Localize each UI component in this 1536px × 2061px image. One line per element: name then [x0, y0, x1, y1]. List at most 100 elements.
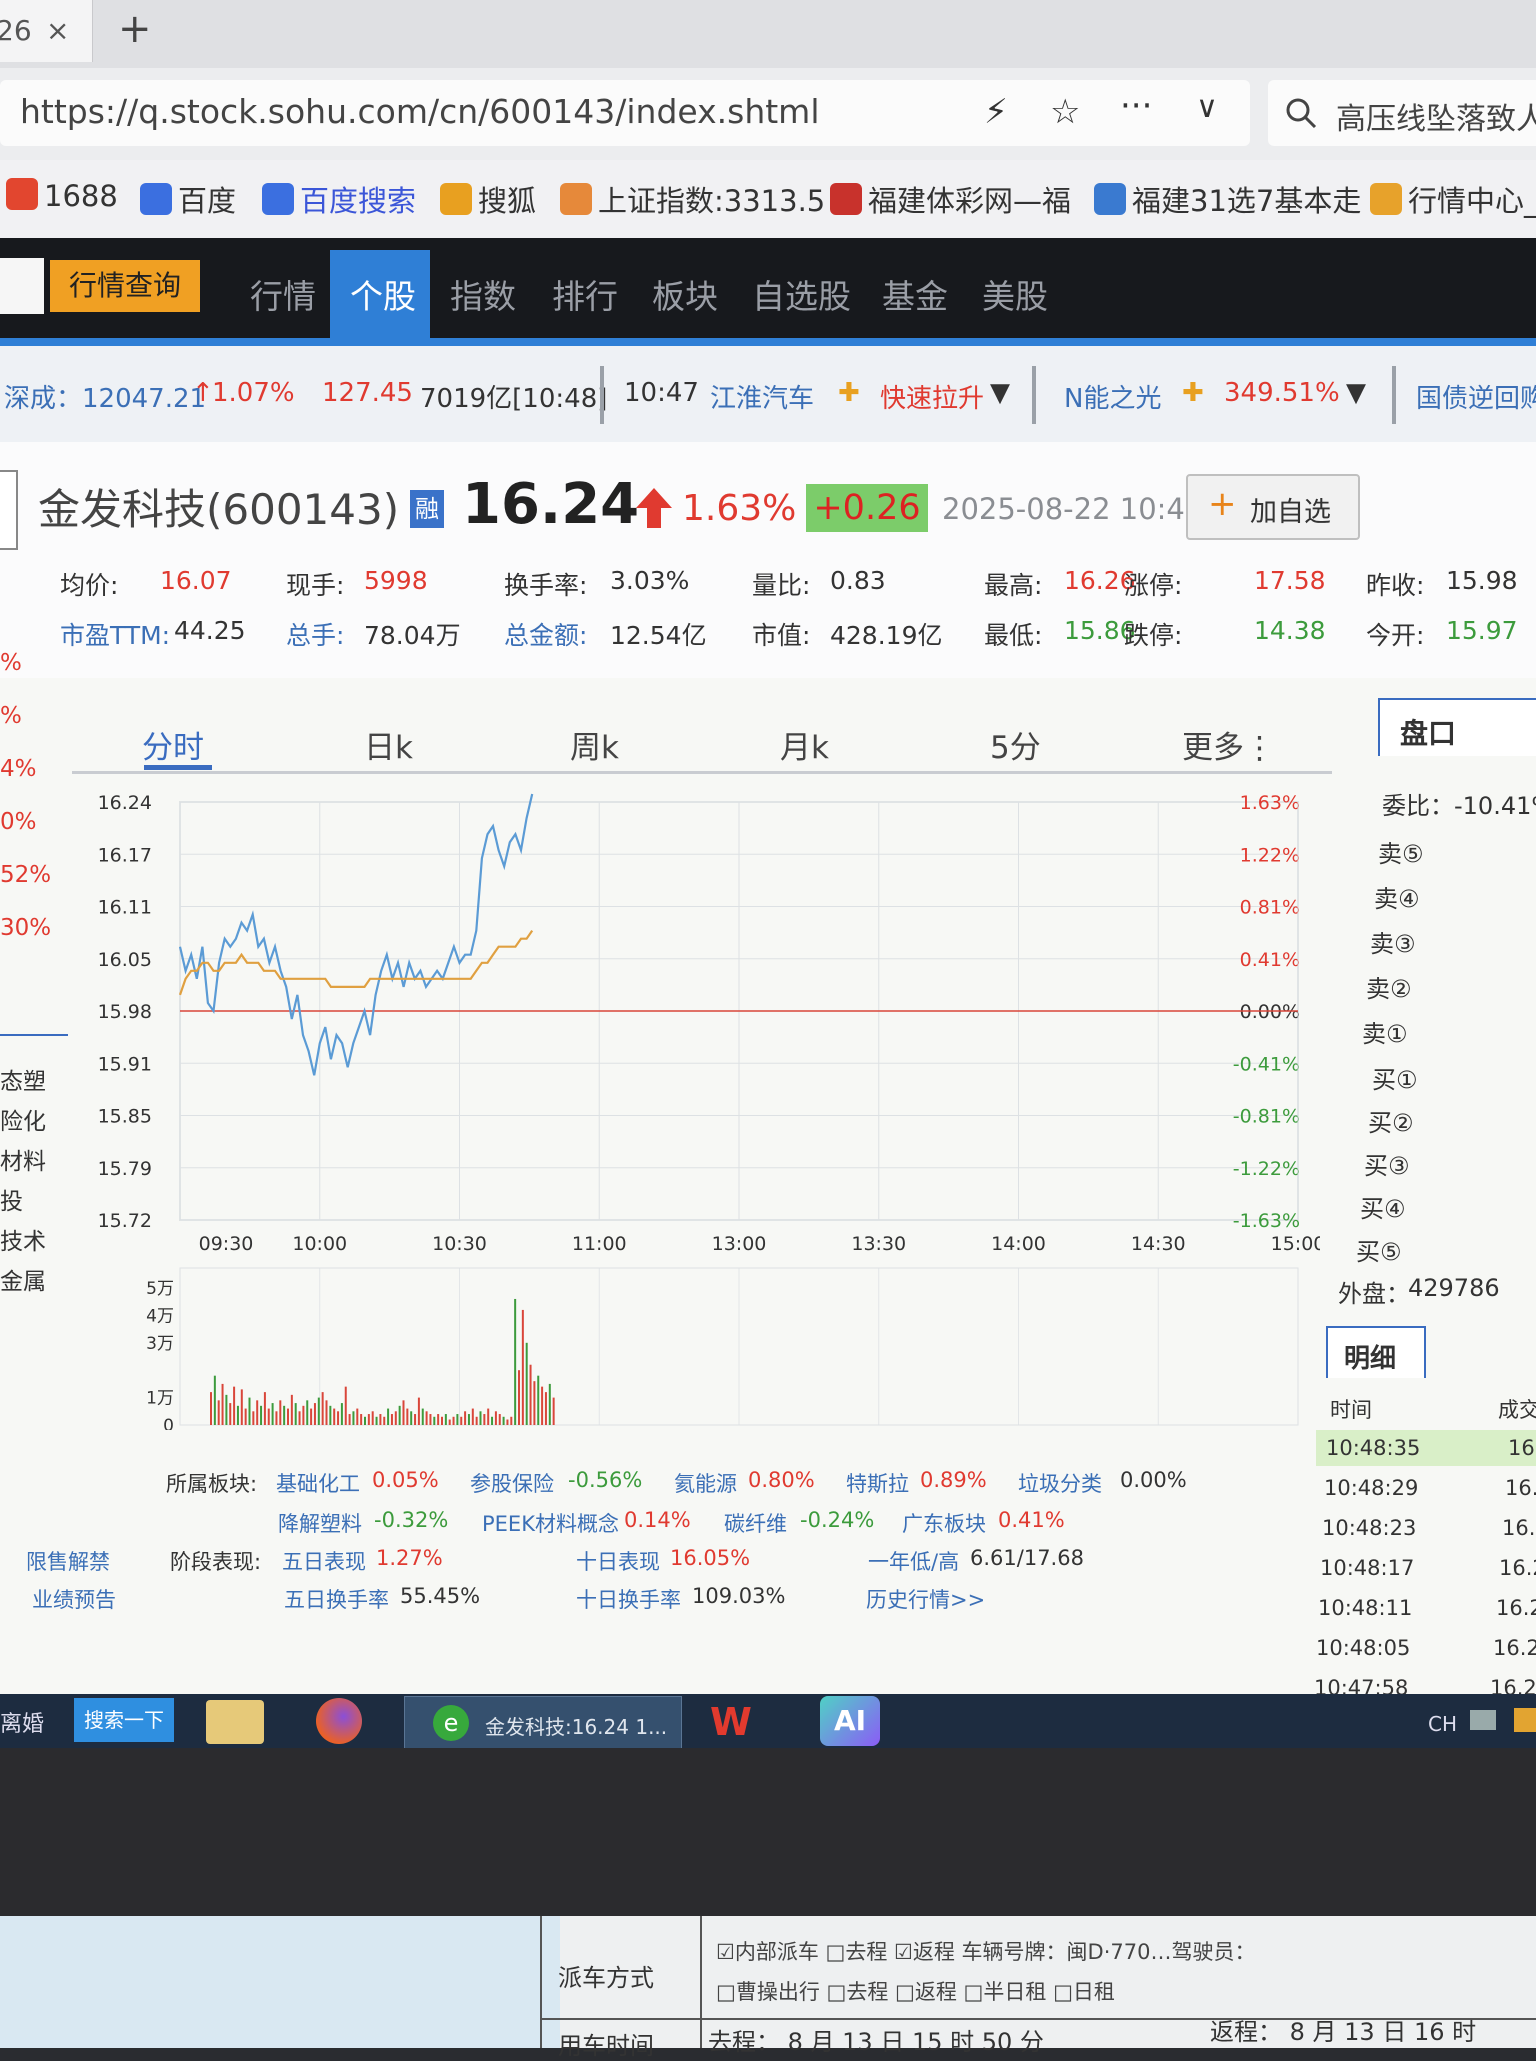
five-day-label[interactable]: 五日表现	[282, 1546, 366, 1576]
volume-bar	[537, 1375, 540, 1425]
nav-item[interactable]: 板块	[652, 270, 718, 318]
bookmark-favicon-icon	[1370, 183, 1402, 215]
site-search-box[interactable]	[0, 258, 44, 314]
detail-price: 16.	[1508, 1436, 1536, 1460]
sell-level: 卖②	[1366, 975, 1412, 1003]
ticker-stock2[interactable]: N能之光	[1064, 378, 1161, 415]
outer-value: 429786	[1408, 1274, 1500, 1302]
sector-value: 0.05%	[372, 1468, 439, 1492]
sector-value: 0.00%	[1120, 1468, 1187, 1492]
ime-indicator[interactable]: CH	[1428, 1712, 1457, 1736]
taskbar-search-text[interactable]: 离婚	[0, 1706, 44, 1738]
browser-search-box[interactable]: 高压线坠落致人	[1268, 80, 1536, 146]
bookmark-label: 上证指数:3313.5	[598, 184, 826, 218]
chart-tab[interactable]: 5分	[990, 722, 1041, 767]
bookmark-item[interactable]: 上证指数:3313.5	[560, 178, 825, 220]
time-tick-label: 10:00	[292, 1233, 347, 1255]
volume-bar	[217, 1400, 220, 1425]
sector-name[interactable]: PEEK材料概念	[482, 1508, 619, 1538]
volume-bar	[479, 1411, 482, 1425]
nav-item[interactable]: 自选股	[752, 270, 851, 318]
dropdown-triangle-icon[interactable]: ▼	[990, 378, 1010, 408]
nav-item[interactable]: 行情	[250, 270, 316, 318]
firefox-icon[interactable]	[316, 1698, 362, 1744]
quote-query-button[interactable]: 行情查询	[50, 260, 200, 312]
sector-name[interactable]: 碳纤维	[724, 1508, 787, 1538]
intraday-chart[interactable]: 16.24 1.63% 16.17 1.22% 16.11 0.81% 16.05 0.41%…	[0, 780, 1320, 1430]
year-range-value: 6.61/17.68	[970, 1546, 1084, 1570]
chart-tab[interactable]: 周k	[570, 722, 619, 767]
stat-value: 0.83	[830, 566, 886, 595]
pct-tick-label: 0.81%	[1240, 897, 1300, 919]
keyboard-icon[interactable]	[1470, 1710, 1496, 1730]
stat-label: 均价:	[60, 571, 119, 600]
unlock-link[interactable]: 限售解禁	[26, 1546, 110, 1576]
nav-item[interactable]: 个股	[350, 270, 416, 318]
chart-tab[interactable]: 月k	[780, 722, 829, 767]
sector-name[interactable]: 垃圾分类	[1018, 1468, 1102, 1498]
dropdown-triangle-icon[interactable]: ▼	[1346, 378, 1366, 408]
tab-detail[interactable]: 明细	[1326, 1326, 1426, 1378]
ai-app-icon[interactable]: AI	[820, 1696, 880, 1746]
add-watchlist-button[interactable]: + 加自选	[1186, 474, 1360, 540]
volume-bar	[236, 1405, 239, 1425]
volume-bar	[402, 1400, 405, 1425]
nav-item[interactable]: 指数	[450, 270, 516, 318]
chart-tab[interactable]: 分时	[142, 722, 204, 767]
nav-item[interactable]: 排行	[552, 270, 618, 318]
browser-tab[interactable]: 26 ×	[0, 0, 93, 62]
volume-bar	[383, 1416, 386, 1425]
ticker-link[interactable]: 国债逆回购	[1416, 378, 1536, 415]
sector-name[interactable]: 基础化工	[276, 1468, 360, 1498]
bookmark-item[interactable]: 搜狐	[440, 178, 536, 220]
star-icon[interactable]: ☆	[1050, 92, 1080, 132]
ten-day-value: 16.05%	[670, 1546, 751, 1570]
ten-day-label[interactable]: 十日表现	[576, 1546, 660, 1576]
change-abs: +0.26	[806, 484, 928, 532]
sector-name[interactable]: 参股保险	[470, 1468, 554, 1498]
ten-turnover-label[interactable]: 十日换手率	[576, 1584, 681, 1614]
sector-name[interactable]: 氦能源	[674, 1468, 737, 1498]
chart-tab-selected-indicator	[144, 765, 212, 770]
volume-bar	[518, 1370, 520, 1425]
forecast-link[interactable]: 业绩预告	[32, 1584, 116, 1614]
detail-time: 10:48:17	[1320, 1556, 1415, 1580]
time-tick-label: 11:00	[572, 1233, 627, 1255]
tab-pankou[interactable]: 盘口	[1378, 698, 1536, 756]
chart-tab[interactable]: 日k	[364, 722, 413, 767]
history-link[interactable]: 历史行情>>	[866, 1584, 985, 1614]
volume-bar	[433, 1416, 436, 1425]
chart-tab[interactable]: 更多⋮	[1182, 722, 1275, 767]
sector-name[interactable]: 降解塑料	[278, 1508, 362, 1538]
nav-item[interactable]: 基金	[882, 270, 948, 318]
tray-app-icon[interactable]	[1514, 1708, 1536, 1732]
sector-label: 所属板块:	[166, 1472, 258, 1496]
new-tab-button[interactable]: +	[118, 6, 152, 52]
taskbar-window-button[interactable]: e 金发科技:16.24 1...	[404, 1696, 682, 1750]
more-icon[interactable]: ···	[1120, 86, 1152, 126]
volume-bar	[452, 1416, 455, 1425]
lightning-icon[interactable]: ⚡	[984, 92, 1008, 132]
five-turnover-label[interactable]: 五日换手率	[284, 1584, 389, 1614]
wps-icon[interactable]: W	[710, 1700, 770, 1744]
chevron-down-icon[interactable]: ∨	[1196, 90, 1218, 125]
bookmark-item[interactable]: 百度搜索	[262, 178, 416, 220]
taskbar-search-button[interactable]: 搜索一下	[74, 1698, 174, 1742]
volume-bar	[313, 1403, 316, 1425]
bookmark-item[interactable]: 行情中心_	[1370, 178, 1536, 220]
sector-name[interactable]: 特斯拉	[846, 1468, 909, 1498]
bookmark-item[interactable]: 1688	[6, 178, 118, 213]
nav-item[interactable]: 美股	[982, 270, 1048, 318]
form-border	[540, 1916, 542, 2048]
bookmark-item[interactable]: 福建31选7基本走	[1094, 178, 1361, 220]
folder-icon[interactable]	[206, 1700, 264, 1744]
year-range-label[interactable]: 一年低/高	[868, 1546, 959, 1576]
form-label-dispatch: 派车方式	[558, 1964, 654, 1992]
bookmark-item[interactable]: 福建体彩网—福	[830, 178, 1071, 220]
sector-name[interactable]: 广东板块	[902, 1508, 986, 1538]
sector-value: -0.24%	[800, 1508, 875, 1532]
ticker-index[interactable]: 深成：12047.21	[4, 378, 206, 415]
tab-close-icon[interactable]: ×	[46, 14, 69, 47]
ticker-stock1[interactable]: 江淮汽车	[710, 378, 814, 415]
bookmark-item[interactable]: 百度	[140, 178, 236, 220]
